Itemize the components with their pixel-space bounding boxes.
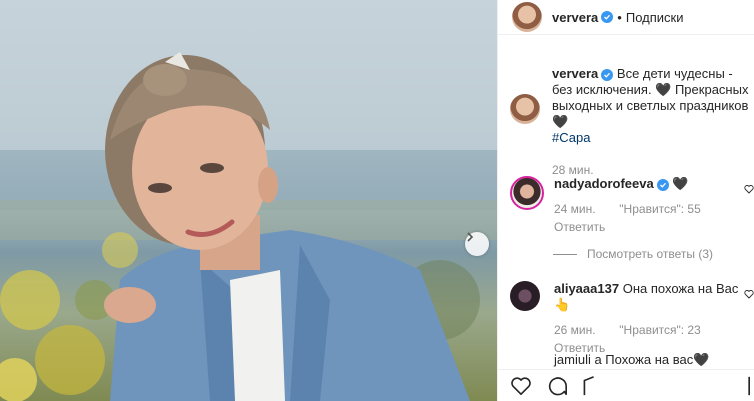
heart-icon[interactable] [744,289,754,299]
next-photo-button[interactable] [465,232,489,256]
commenter-avatar[interactable] [510,281,540,311]
comment-likes[interactable]: "Нравится": 55 [619,201,701,235]
commenter-avatar[interactable] [510,176,544,210]
comment-likes[interactable]: "Нравится": 23 [619,322,701,356]
comment-text: а Похожа на вас🖤 [594,352,710,367]
chevron-right-icon [467,232,474,242]
author-username[interactable]: ververa [552,10,598,25]
caption-body: ververa Все дети чудесны - без исключени… [552,66,752,178]
view-replies-label: Посмотреть ответы (3) [587,247,714,261]
commenter-username[interactable]: jamiuli [554,352,591,367]
post-photo[interactable] [0,0,497,401]
caption: ververa Все дети чудесны - без исключени… [510,66,754,178]
comment-item: aliyaaa137 Она похожа на Вас👆 26 мин. От… [510,281,754,356]
replies-divider [553,253,577,255]
verified-icon [601,11,614,23]
verified-icon [656,179,669,191]
comment-icon [548,376,567,395]
comment-item: nadyadorofeeva 🖤 24 мин. Ответить "Нрави… [510,176,754,235]
verified-icon [601,69,614,81]
post-actions-bar [498,369,754,401]
comment-text: 🖤 [672,176,689,191]
author-avatar[interactable] [512,2,542,32]
post-side-panel: ververa • Подписки ververa Все дети чуде… [497,0,754,401]
comment-time: 26 мин. [554,323,596,337]
photo-illustration [0,52,497,401]
heart-icon [511,376,531,395]
save-button[interactable] [748,375,754,397]
caption-hashtag[interactable]: #Сара [552,130,590,145]
comment-body: aliyaaa137 Она похожа на Вас👆 26 мин. От… [554,281,754,356]
comment-body: nadyadorofeeva 🖤 24 мин. Ответить "Нрави… [554,176,754,235]
comment-button[interactable] [546,375,568,397]
header-separator: • [617,9,622,25]
share-button[interactable] [582,375,596,397]
comment-meta: 26 мин. Ответить "Нравится": 23 [554,322,754,356]
caption-avatar[interactable] [510,94,540,124]
reply-button[interactable]: Ответить [554,219,605,235]
comment-time: 24 мин. [554,202,596,216]
commenter-username[interactable]: nadyadorofeeva [554,176,654,191]
view-replies-button[interactable]: Посмотреть ответы (3) [553,247,713,261]
following-button[interactable]: Подписки [626,10,684,25]
bookmark-icon [748,376,750,395]
like-button[interactable] [510,376,532,396]
share-icon [583,375,594,395]
comment-meta: 24 мин. Ответить "Нравится": 55 [554,201,754,235]
commenter-username[interactable]: aliyaaa137 [554,281,619,296]
caption-username[interactable]: ververa [552,66,598,81]
post-header: ververa • Подписки [498,0,754,35]
heart-icon[interactable] [744,184,754,194]
